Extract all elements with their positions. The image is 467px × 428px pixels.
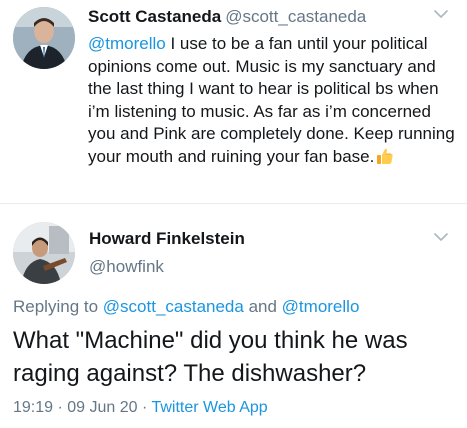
source-app-link[interactable]: Twitter Web App — [151, 399, 267, 416]
tweet-meta: 19:19 · 09 Jun 20 · Twitter Web App — [13, 399, 268, 417]
timestamp[interactable]: 19:19 · 09 Jun 20 · — [13, 399, 151, 416]
tweet-text: What "Machine" did you think he was ragi… — [13, 327, 408, 387]
avatar[interactable] — [13, 7, 75, 69]
replying-and: and — [243, 297, 282, 316]
chevron-down-icon[interactable] — [434, 232, 448, 242]
user-handle[interactable]: @scott_castaneda — [225, 7, 366, 26]
mention-link[interactable]: @scott_castaneda — [103, 297, 244, 316]
quoted-tweet: Scott Castaneda @scott_castaneda @tmorell… — [0, 0, 467, 200]
tweet-header: Scott Castaneda @scott_castaneda — [88, 7, 366, 27]
user-photo-icon — [13, 7, 75, 69]
display-name[interactable]: Howard Finkelstein — [89, 229, 245, 249]
thumbs-up-icon — [376, 147, 394, 165]
display-name[interactable]: Scott Castaneda — [88, 7, 221, 26]
replying-to-line: Replying to @scott_castaneda and @tmorel… — [13, 297, 359, 317]
user-photo-icon — [13, 222, 75, 284]
tweet-divider — [0, 203, 467, 204]
avatar[interactable] — [13, 222, 75, 284]
mention-link[interactable]: @tmorello — [88, 34, 166, 53]
chevron-down-icon[interactable] — [434, 9, 448, 19]
mention-link[interactable]: @tmorello — [282, 297, 360, 316]
tweet-body-text: I use to be a fan until your political o… — [88, 34, 455, 166]
user-handle[interactable]: @howfink — [89, 257, 164, 277]
replying-prefix: Replying to — [13, 297, 103, 316]
tweet-text: @tmorello I use to be a fan until your p… — [88, 33, 460, 168]
